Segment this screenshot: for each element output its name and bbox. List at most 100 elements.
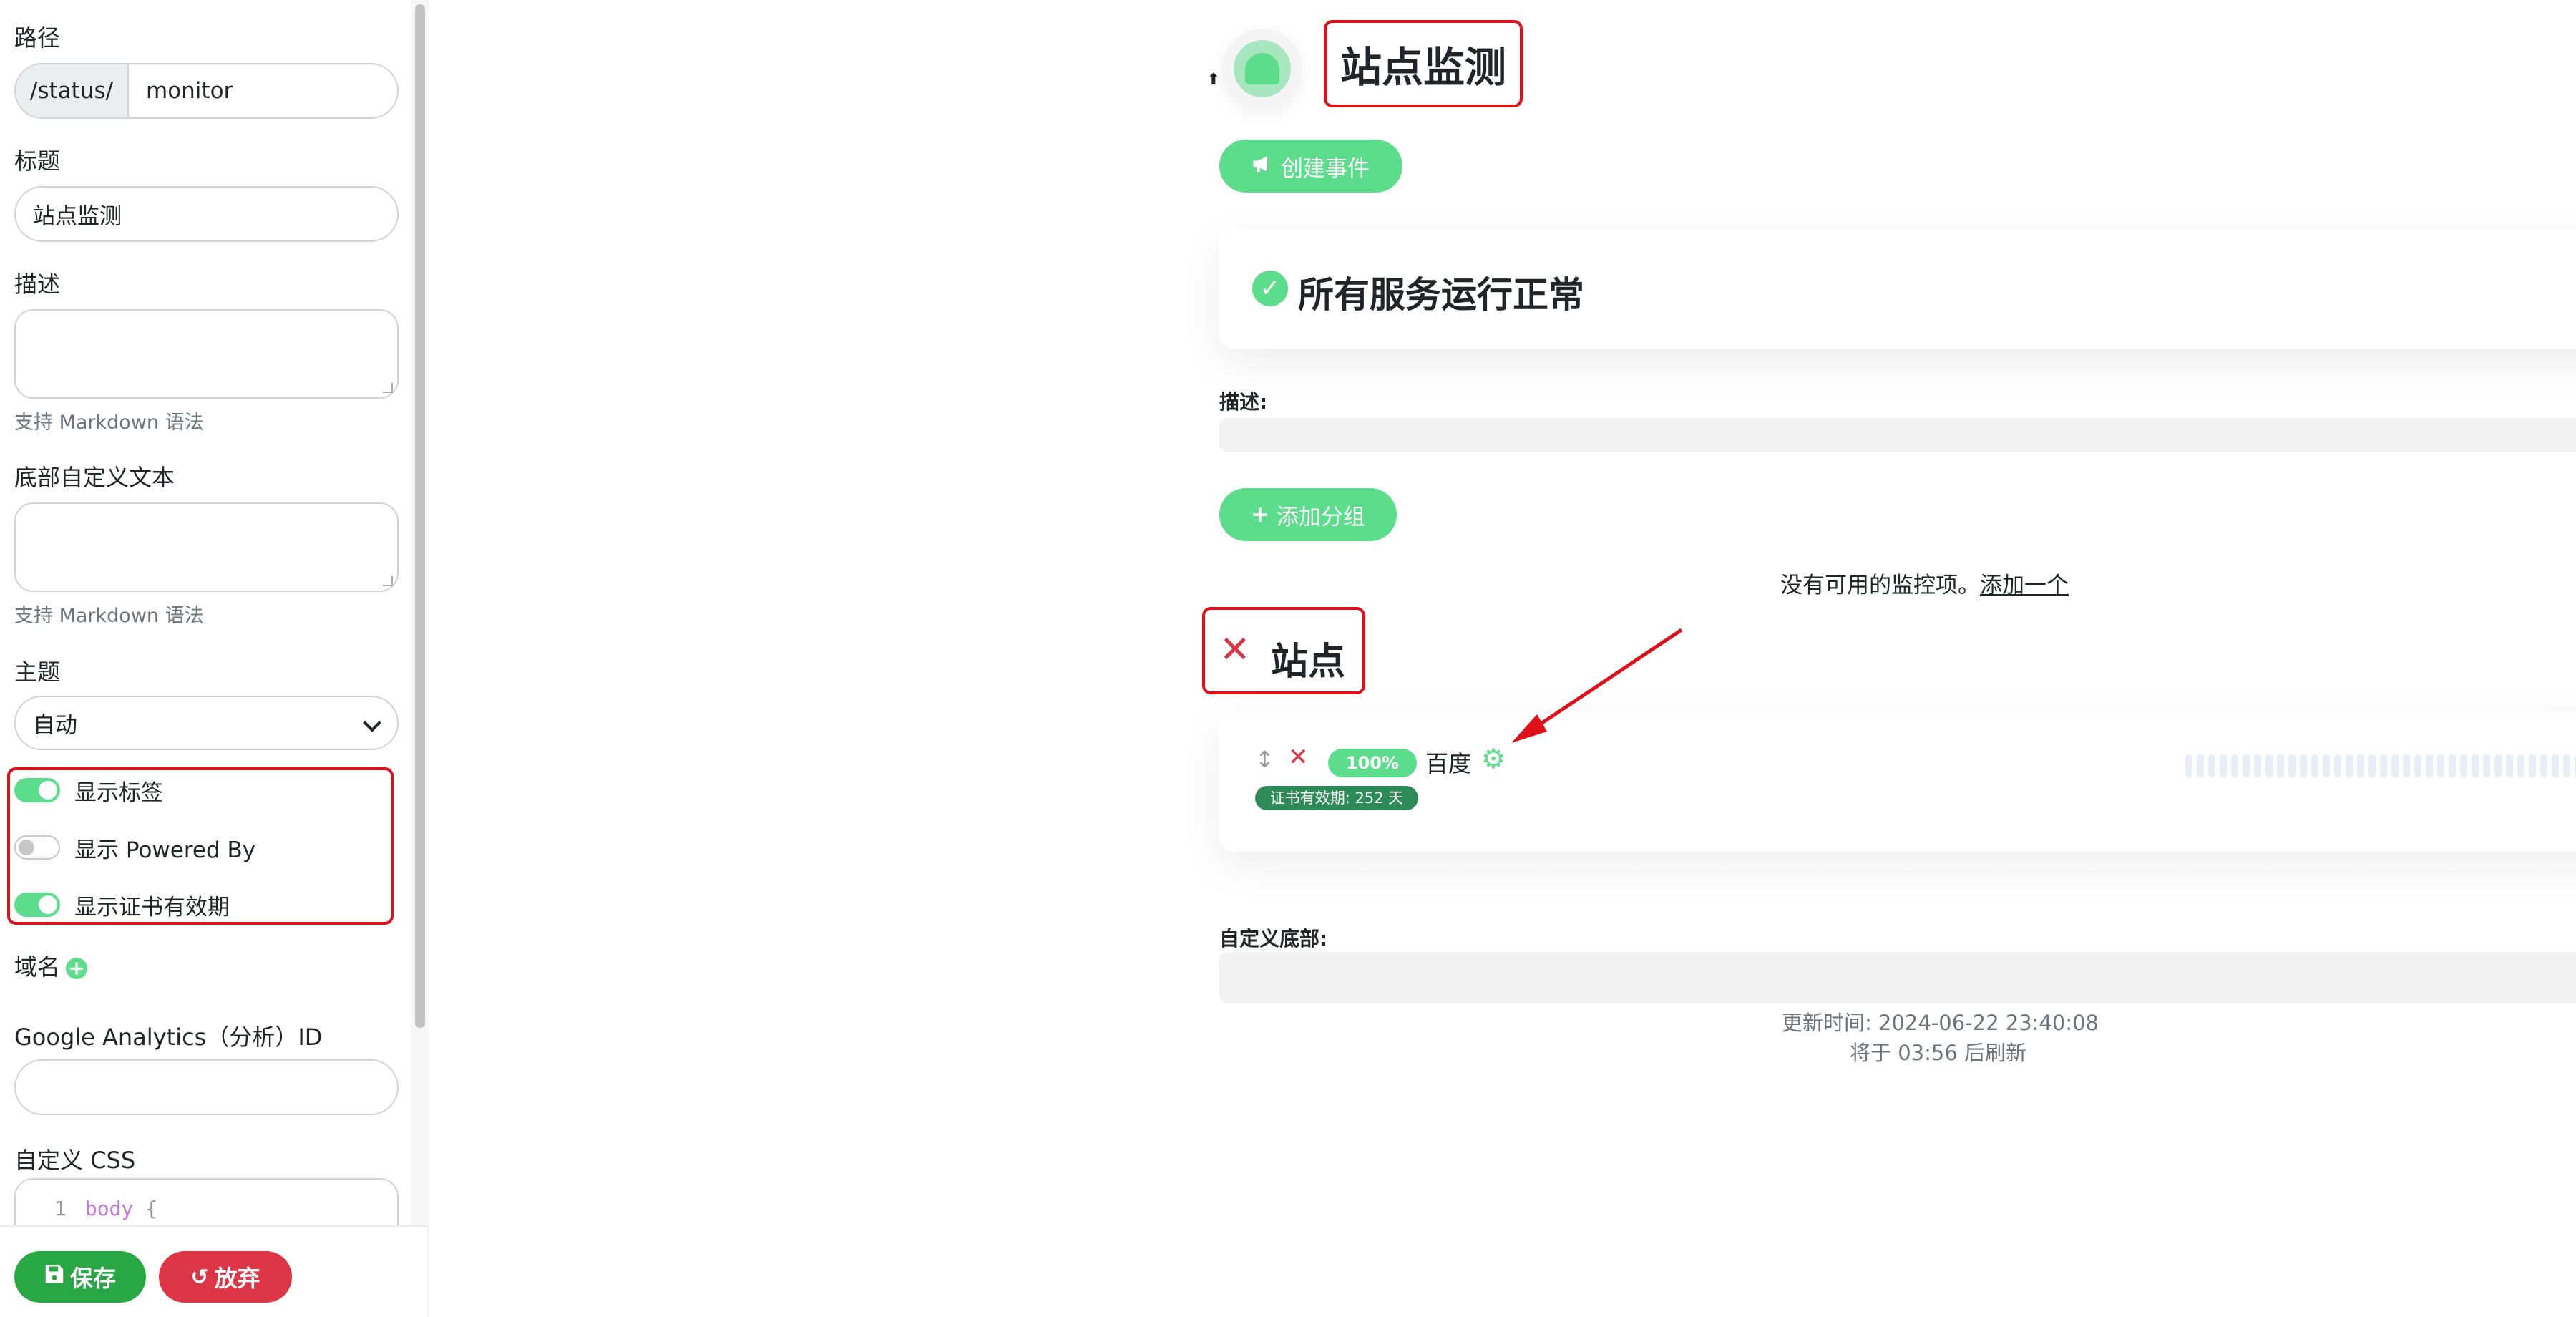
empty-monitor-message: 没有可用的监控项。添加一个 xyxy=(1780,567,2069,599)
chevron-down-icon xyxy=(363,714,381,732)
heartbeat-tick xyxy=(2391,754,2399,777)
create-event-label: 创建事件 xyxy=(1281,155,1370,182)
monitor-name[interactable]: 百度 xyxy=(1425,746,1471,779)
theme-select[interactable]: 自动 xyxy=(14,696,399,750)
remove-group-x-icon[interactable]: ✕ xyxy=(1219,628,1251,671)
add-monitor-link[interactable]: 添加一个 xyxy=(1980,573,2069,598)
save-icon xyxy=(44,1264,64,1290)
heartbeat-tick xyxy=(2460,754,2467,777)
footer-text-textarea[interactable] xyxy=(14,502,399,592)
save-button[interactable]: 保存 xyxy=(14,1251,146,1303)
custom-css-editor[interactable]: 1 body { xyxy=(14,1178,399,1225)
resize-grip[interactable] xyxy=(383,383,393,393)
heartbeat-tick xyxy=(2437,754,2444,777)
heartbeat-tick xyxy=(2403,754,2410,777)
path-label: 路径 xyxy=(14,24,61,52)
uptime-badge: 100% xyxy=(1328,749,1417,777)
toggle-label: 显示 Powered By xyxy=(74,837,256,863)
heartbeat-tick xyxy=(2449,754,2456,777)
heartbeat-tick xyxy=(2311,754,2318,777)
sidebar-form: 路径 /status/ monitor 标题 站点监测 描述 支持 Markdo… xyxy=(0,0,429,1225)
plus-icon: + xyxy=(1251,502,1269,528)
ga-id-input[interactable] xyxy=(14,1059,399,1115)
custom-footer-heading: 自定义底部: xyxy=(1219,927,1328,951)
heartbeat-tick xyxy=(2380,754,2387,777)
gear-icon[interactable]: ⚙ xyxy=(1481,743,1506,774)
toggle-switch[interactable] xyxy=(14,893,60,917)
footer-text-help: 支持 Markdown 语法 xyxy=(14,605,204,627)
css-brace: { xyxy=(145,1197,158,1220)
theme-select-value: 自动 xyxy=(33,712,77,739)
heartbeat-tick xyxy=(2494,754,2502,777)
status-page-preview: ⬆ 站点监测 创建事件 ✓ 所有服务运行正常 描述: + 添加分组 没有可用的监… xyxy=(429,0,2576,1317)
heartbeat-tick xyxy=(2334,754,2341,777)
heartbeat-tick xyxy=(2483,754,2490,777)
custom-footer-editable[interactable] xyxy=(1219,952,2576,1003)
path-input-group: /status/ monitor xyxy=(14,63,399,119)
heartbeat-tick xyxy=(2552,754,2559,777)
monitor-list-card: ↕ ✕ 100% 百度 ⚙ 证书有效期: 252 天 xyxy=(1219,711,2576,852)
add-group-button[interactable]: + 添加分组 xyxy=(1219,488,1397,541)
group-name[interactable]: 站点 xyxy=(1271,631,1345,685)
heartbeat-bar xyxy=(2185,754,2576,777)
css-line-number: 1 xyxy=(54,1197,67,1220)
cert-expiry-badge: 证书有效期: 252 天 xyxy=(1255,786,1418,810)
heartbeat-tick xyxy=(2323,754,2330,777)
heartbeat-tick xyxy=(2540,754,2547,777)
css-selector: body xyxy=(84,1197,134,1220)
description-textarea[interactable] xyxy=(14,309,399,399)
overall-status-card: ✓ 所有服务运行正常 xyxy=(1219,229,2576,349)
heartbeat-tick xyxy=(2185,754,2192,777)
title-input-value: 站点监测 xyxy=(33,203,122,230)
toggle-switch[interactable] xyxy=(14,778,60,802)
heartbeat-tick xyxy=(2517,754,2524,777)
heartbeat-tick xyxy=(2346,754,2353,777)
heartbeat-tick xyxy=(2426,754,2433,777)
heartbeat-tick xyxy=(2220,754,2227,777)
description-heading: 描述: xyxy=(1219,390,1268,414)
resize-grip[interactable] xyxy=(383,576,393,586)
heartbeat-tick xyxy=(2231,754,2238,777)
domain-label: 域名 xyxy=(14,953,61,981)
add-group-label: 添加分组 xyxy=(1276,504,1365,530)
discard-button[interactable]: ↺ 放弃 xyxy=(159,1251,292,1303)
logo[interactable] xyxy=(1222,29,1302,109)
remove-monitor-x-icon[interactable]: ✕ xyxy=(1288,743,1309,772)
heartbeat-tick xyxy=(2506,754,2513,777)
drag-icon[interactable]: ↕ xyxy=(1255,746,1274,773)
page-title[interactable]: 站点监测 xyxy=(1340,34,1506,94)
annotation-arrow xyxy=(1511,628,1683,743)
toggle-switch[interactable] xyxy=(14,835,60,860)
heartbeat-tick xyxy=(2265,754,2273,777)
heartbeat-tick xyxy=(2563,754,2570,777)
upload-icon[interactable]: ⬆ xyxy=(1204,70,1224,90)
heartbeat-tick xyxy=(2254,754,2261,777)
logo-image xyxy=(1234,40,1291,97)
heartbeat-tick xyxy=(2243,754,2250,777)
empty-text: 没有可用的监控项。 xyxy=(1780,573,1980,598)
title-label: 标题 xyxy=(14,147,61,175)
updated-time: 更新时间: 2024-06-22 23:40:08 xyxy=(1782,1011,2099,1035)
heartbeat-tick xyxy=(2197,754,2204,777)
domain-label-row: 域名 + xyxy=(14,949,88,982)
title-input[interactable]: 站点监测 xyxy=(14,186,399,242)
sidebar-scrollbar-thumb[interactable] xyxy=(415,4,425,1028)
create-event-button[interactable]: 创建事件 xyxy=(1219,140,1402,193)
undo-icon: ↺ xyxy=(190,1264,209,1290)
annotation-highlight-title: 站点监测 xyxy=(1324,20,1523,107)
path-prefix: /status/ xyxy=(16,64,129,117)
toggle-show-powered-by[interactable]: 显示 Powered By xyxy=(14,833,256,863)
css-code-line: 1 body { xyxy=(54,1197,157,1220)
heartbeat-tick xyxy=(2288,754,2296,777)
toggle-show-cert-expiry[interactable]: 显示证书有效期 xyxy=(14,890,230,920)
heartbeat-tick xyxy=(2529,754,2536,777)
custom-css-label: 自定义 CSS xyxy=(14,1147,136,1174)
heartbeat-tick xyxy=(2277,754,2284,777)
path-input[interactable]: monitor xyxy=(129,64,397,117)
heartbeat-tick xyxy=(2300,754,2307,777)
add-domain-plus-icon[interactable]: + xyxy=(66,958,88,979)
description-editable[interactable] xyxy=(1219,418,2576,452)
heartbeat-tick xyxy=(2208,754,2215,777)
heartbeat-tick xyxy=(2368,754,2376,777)
toggle-show-tags[interactable]: 显示标签 xyxy=(14,776,163,806)
